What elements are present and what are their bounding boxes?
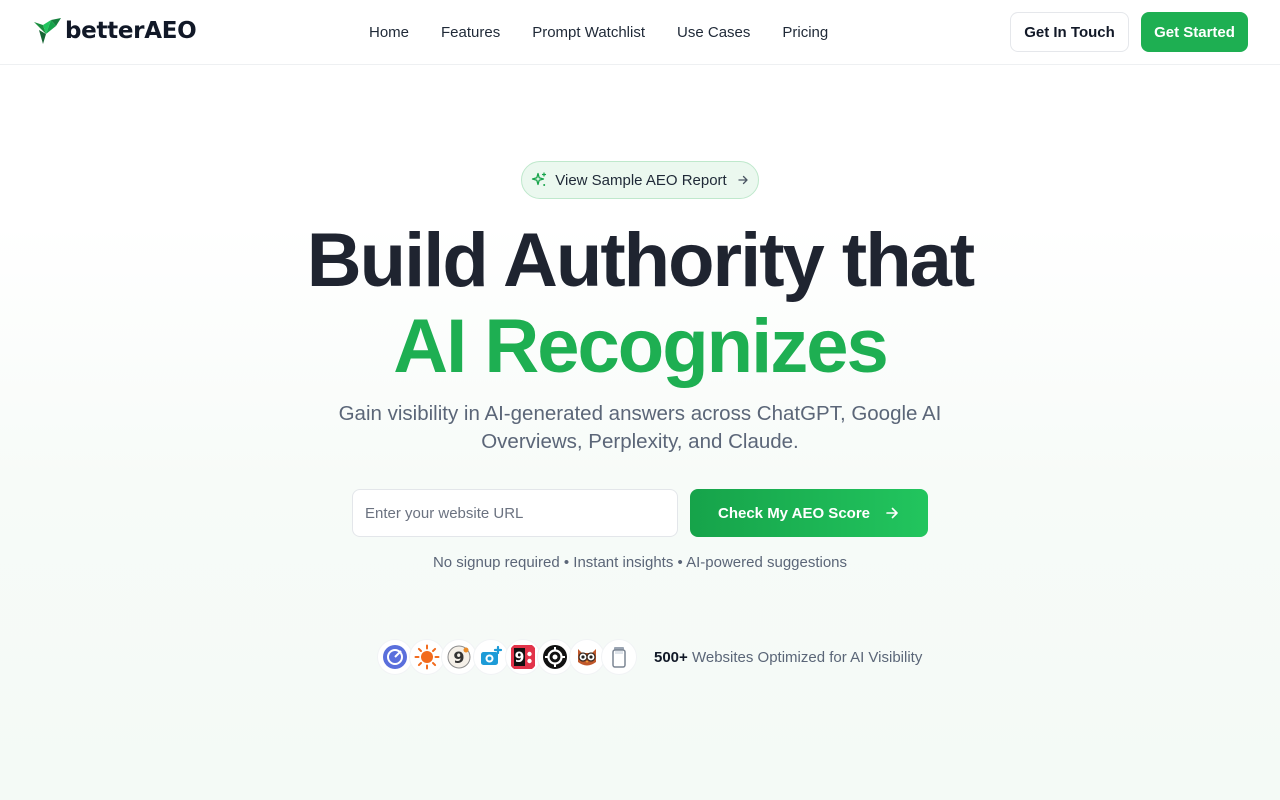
nav-item-pricing[interactable]: Pricing xyxy=(782,24,828,41)
check-aeo-score-button[interactable]: Check My AEO Score xyxy=(690,489,928,537)
social-proof-text: 500+ Websites Optimized for AI Visibilit… xyxy=(654,649,922,666)
brand-name: betterAEO xyxy=(65,18,197,44)
sample-report-badge[interactable]: View Sample AEO Report xyxy=(521,161,759,199)
red-9-logo-icon: 9 xyxy=(506,640,540,674)
badge-label: View Sample AEO Report xyxy=(555,171,727,189)
arrow-right-icon xyxy=(886,507,898,519)
brand-logo[interactable]: betterAEO xyxy=(32,16,197,46)
hero-title-line-1: Build Authority that xyxy=(306,218,975,303)
number-nine-logo-icon: 9 xyxy=(442,640,476,674)
cta-label: Check My AEO Score xyxy=(718,504,870,522)
arrow-right-icon xyxy=(738,175,748,185)
bird-logo-icon xyxy=(34,18,61,44)
camera-plus-logo-icon xyxy=(474,640,508,674)
hero-title-line-2: AI Recognizes xyxy=(393,304,888,389)
websites-count: 500+ xyxy=(654,648,688,666)
orange-sun-logo-icon xyxy=(410,640,444,674)
hero-subtitle: Gain visibility in AI-generated answers … xyxy=(338,402,942,453)
nav-item-use-cases[interactable]: Use Cases xyxy=(677,24,750,41)
main-nav: Home Features Prompt Watchlist Use Cases… xyxy=(369,0,860,64)
nav-item-features[interactable]: Features xyxy=(441,24,500,41)
black-gear-logo-icon xyxy=(538,640,572,674)
owl-logo-icon xyxy=(570,640,604,674)
svg-text:9: 9 xyxy=(515,650,525,666)
blue-circle-logo-icon xyxy=(378,640,412,674)
customer-logos: 9 9 xyxy=(378,640,636,674)
form-hint: No signup required • Instant insights • … xyxy=(432,554,848,571)
social-proof-label: Websites Optimized for AI Visibility xyxy=(687,648,923,666)
svg-text:9: 9 xyxy=(453,648,464,667)
nav-item-home[interactable]: Home xyxy=(369,24,409,41)
sparkles-icon xyxy=(532,172,547,186)
get-in-touch-button[interactable]: Get In Touch xyxy=(1010,12,1129,52)
site-header: betterAEO Home Features Prompt Watchlist… xyxy=(0,0,1280,65)
jar-logo-icon xyxy=(602,640,636,674)
website-url-input[interactable] xyxy=(352,489,678,537)
nav-item-prompt-watchlist[interactable]: Prompt Watchlist xyxy=(532,24,645,41)
get-started-button[interactable]: Get Started xyxy=(1141,12,1248,52)
social-proof: 9 9 500+ Websites Optimized for AI Visib… xyxy=(378,639,922,675)
